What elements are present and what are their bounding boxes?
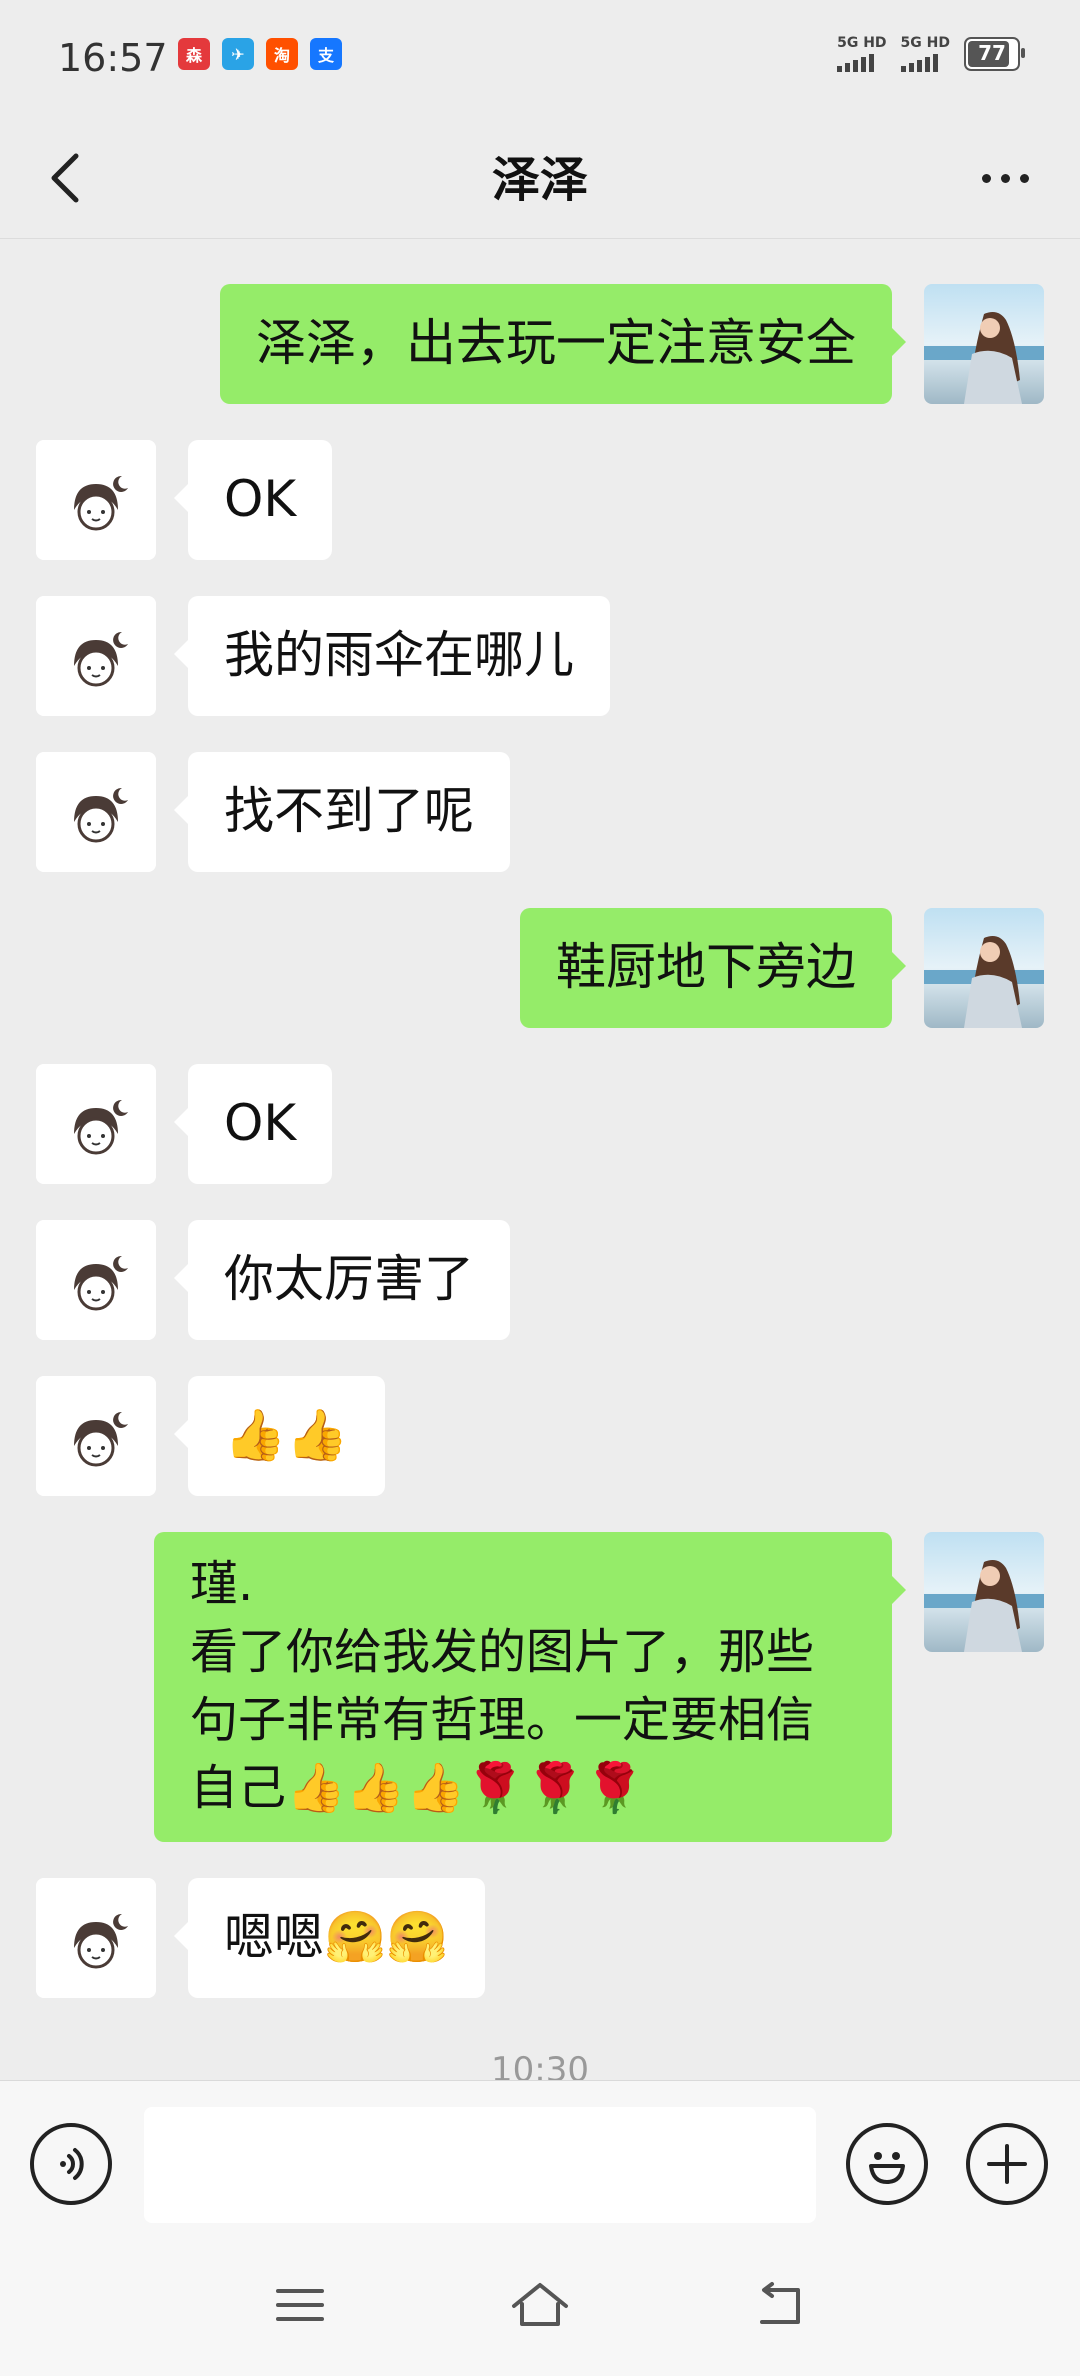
status-bar: 16:57 森 ✈ 淘 支 5G HD 5G HD 77 <box>0 0 1080 118</box>
incoming-message-bubble[interactable]: OK <box>173 1064 333 1184</box>
message-input[interactable] <box>144 2107 816 2223</box>
message-timestamp: 10:30 <box>491 2050 589 2080</box>
my-avatar[interactable] <box>924 1532 1044 1652</box>
smiley-icon <box>869 2152 905 2184</box>
contact-avatar[interactable] <box>36 752 156 872</box>
voice-input-button[interactable] <box>30 2123 112 2205</box>
app-icon-telegram: ✈ <box>222 38 254 70</box>
signal-2-label: 5G HD <box>900 35 950 51</box>
system-indicators: 5G HD 5G HD 77 <box>837 35 1025 72</box>
status-time: 16:57 <box>58 36 168 80</box>
my-avatar[interactable] <box>924 908 1044 1028</box>
incoming-message-bubble[interactable]: OK <box>173 440 333 560</box>
plus-icon <box>987 2144 1027 2184</box>
signal-bars-icon <box>837 54 875 72</box>
incoming-message-bubble[interactable]: 找不到了呢 <box>174 752 510 872</box>
outgoing-message-bubble[interactable]: 瑾. 看了你给我发的图片了，那些句子非常有哲理。一定要相信自己👍👍👍🌹🌹🌹 <box>154 1532 906 1842</box>
chat-header: 泽泽 <box>0 118 1080 239</box>
more-actions-button[interactable] <box>966 2123 1048 2205</box>
signal-1: 5G HD <box>837 35 887 72</box>
menu-icon <box>276 2289 324 2321</box>
contact-avatar[interactable] <box>36 440 156 560</box>
nav-menu-button[interactable] <box>260 2270 340 2340</box>
dot-icon <box>1000 173 1010 183</box>
signal-1-label: 5G HD <box>837 35 887 51</box>
nav-home-button[interactable] <box>500 2270 580 2340</box>
chat-title: 泽泽 <box>491 152 588 208</box>
app-icon-red: 森 <box>178 38 210 70</box>
dot-icon <box>1019 173 1029 183</box>
contact-avatar[interactable] <box>36 1220 156 1340</box>
back-nav-icon <box>760 2282 800 2324</box>
contact-avatar[interactable] <box>36 1064 156 1184</box>
battery-icon: 77 <box>964 37 1025 71</box>
nav-back-button[interactable] <box>740 2270 820 2340</box>
notification-app-icons: 森 ✈ 淘 支 <box>178 38 342 70</box>
voice-icon <box>60 2148 84 2180</box>
incoming-message-bubble[interactable]: 嗯嗯🤗🤗 <box>174 1878 485 1998</box>
contact-avatar[interactable] <box>36 1878 156 1998</box>
battery-level: 77 <box>978 41 1006 65</box>
incoming-message-bubble[interactable]: 我的雨伞在哪儿 <box>174 596 610 716</box>
emoji-button[interactable] <box>846 2123 928 2205</box>
message-input-bar <box>0 2080 1080 2231</box>
incoming-message-bubble[interactable]: 👍👍 <box>174 1376 385 1496</box>
signal-bars-icon <box>900 54 938 72</box>
dot-icon <box>981 173 991 183</box>
contact-avatar[interactable] <box>36 1376 156 1496</box>
contact-avatar[interactable] <box>36 596 156 716</box>
more-options-button[interactable] <box>970 144 1040 212</box>
outgoing-message-bubble[interactable]: 泽泽，出去玩一定注意安全 <box>220 284 906 404</box>
home-icon <box>512 2283 568 2326</box>
app-icon-alipay: 支 <box>310 38 342 70</box>
incoming-message-bubble[interactable]: 你太厉害了 <box>174 1220 510 1340</box>
my-avatar[interactable] <box>924 284 1044 404</box>
outgoing-message-bubble[interactable]: 鞋厨地下旁边 <box>520 908 906 1028</box>
chat-message-list[interactable]: 泽泽，出去玩一定注意安全 OK 我的雨伞在哪儿 找不到了呢 鞋厨地下旁边 OK … <box>0 238 1080 2080</box>
signal-2: 5G HD <box>900 35 950 72</box>
system-navigation-bar <box>0 2230 1080 2376</box>
app-icon-taobao: 淘 <box>266 38 298 70</box>
